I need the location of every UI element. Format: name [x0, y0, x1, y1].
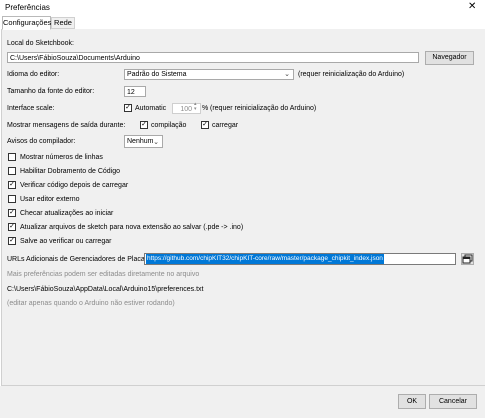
- language-label: Idioma do editor:: [7, 71, 60, 78]
- line-numbers-label: Mostrar números de linhas: [20, 154, 103, 161]
- check-updates-label: Checar atualizações ao iniciar: [20, 210, 114, 217]
- edit-urls-button[interactable]: [461, 253, 474, 265]
- ok-button[interactable]: OK: [398, 394, 426, 409]
- chevron-down-icon: ⌄: [284, 71, 290, 78]
- boards-urls-input[interactable]: https://github.com/chipKIT32/chipKIT-cor…: [144, 253, 456, 265]
- warnings-select[interactable]: Nenhum ⌄: [124, 135, 163, 148]
- chevron-down-icon: ⌄: [153, 139, 159, 146]
- external-editor-checkbox[interactable]: [8, 195, 16, 203]
- scale-unit: %: [202, 105, 209, 112]
- tab-configuracoes[interactable]: Configurações: [2, 16, 51, 30]
- warnings-select-value: Nenhum: [127, 138, 154, 145]
- code-folding-checkbox[interactable]: [8, 167, 16, 175]
- close-icon[interactable]: ✕: [468, 2, 476, 12]
- automatic-checkbox[interactable]: ✓: [124, 104, 132, 112]
- automatic-label: Automatic: [135, 105, 167, 112]
- tab-rede[interactable]: Rede: [51, 17, 75, 29]
- language-note: (requer reinicialização do Arduino): [298, 71, 405, 78]
- compile-label: compilação: [151, 122, 187, 129]
- sketchbook-path-input[interactable]: C:\Users\FábioSouza\Documents\Arduino: [7, 52, 419, 63]
- upload-label: carregar: [212, 122, 239, 129]
- interface-scale-label: Interface scale:: [7, 105, 55, 112]
- verbose-label: Mostrar mensagens de saída durante:: [7, 122, 126, 129]
- warnings-label: Avisos do compilador:: [7, 138, 76, 145]
- language-select-value: Padrão do Sistema: [127, 71, 187, 78]
- spinner-down-icon[interactable]: ▾: [194, 107, 197, 112]
- edit-warning-note: (editar apenas quando o Arduino não esti…: [7, 300, 175, 307]
- verify-after-upload-checkbox[interactable]: ✓: [8, 181, 16, 189]
- preferences-file-path[interactable]: C:\Users\FábioSouza\AppData\Local\Arduin…: [7, 286, 204, 293]
- browse-button[interactable]: Navegador: [425, 51, 474, 65]
- code-folding-label: Habilitar Dobramento de Código: [20, 168, 120, 175]
- title-bar: [0, 0, 485, 16]
- compile-checkbox[interactable]: ✓: [140, 121, 148, 129]
- check-updates-checkbox[interactable]: ✓: [8, 209, 16, 217]
- more-prefs-hint: Mais preferências podem ser editadas dir…: [7, 271, 200, 278]
- window-title: Preferências: [5, 3, 50, 12]
- external-editor-label: Usar editor externo: [20, 196, 80, 203]
- update-extension-checkbox[interactable]: ✓: [8, 223, 16, 231]
- window-icon: [462, 254, 473, 264]
- settings-panel: [1, 29, 485, 386]
- scale-note: (requer reinicialização do Arduino): [210, 105, 317, 112]
- sketchbook-label: Local do Sketchbook:: [7, 40, 74, 47]
- font-size-input[interactable]: 12: [124, 86, 146, 97]
- cancel-button[interactable]: Cancelar: [429, 394, 477, 409]
- boards-urls-value: https://github.com/chipKIT32/chipKIT-cor…: [146, 254, 384, 264]
- save-on-verify-label: Salve ao verificar ou carregar: [20, 238, 112, 245]
- line-numbers-checkbox[interactable]: [8, 153, 16, 161]
- upload-checkbox[interactable]: ✓: [201, 121, 209, 129]
- boards-urls-label: URLs Adicionais de Gerenciadores de Plac…: [7, 256, 151, 263]
- save-on-verify-checkbox[interactable]: ✓: [8, 237, 16, 245]
- font-size-label: Tamanho da fonte do editor:: [7, 88, 95, 95]
- update-extension-label: Atualizar arquivos de sketch para nova e…: [20, 224, 244, 231]
- verify-after-upload-label: Verificar código depois de carregar: [20, 182, 129, 189]
- language-select[interactable]: Padrão do Sistema ⌄: [124, 69, 294, 80]
